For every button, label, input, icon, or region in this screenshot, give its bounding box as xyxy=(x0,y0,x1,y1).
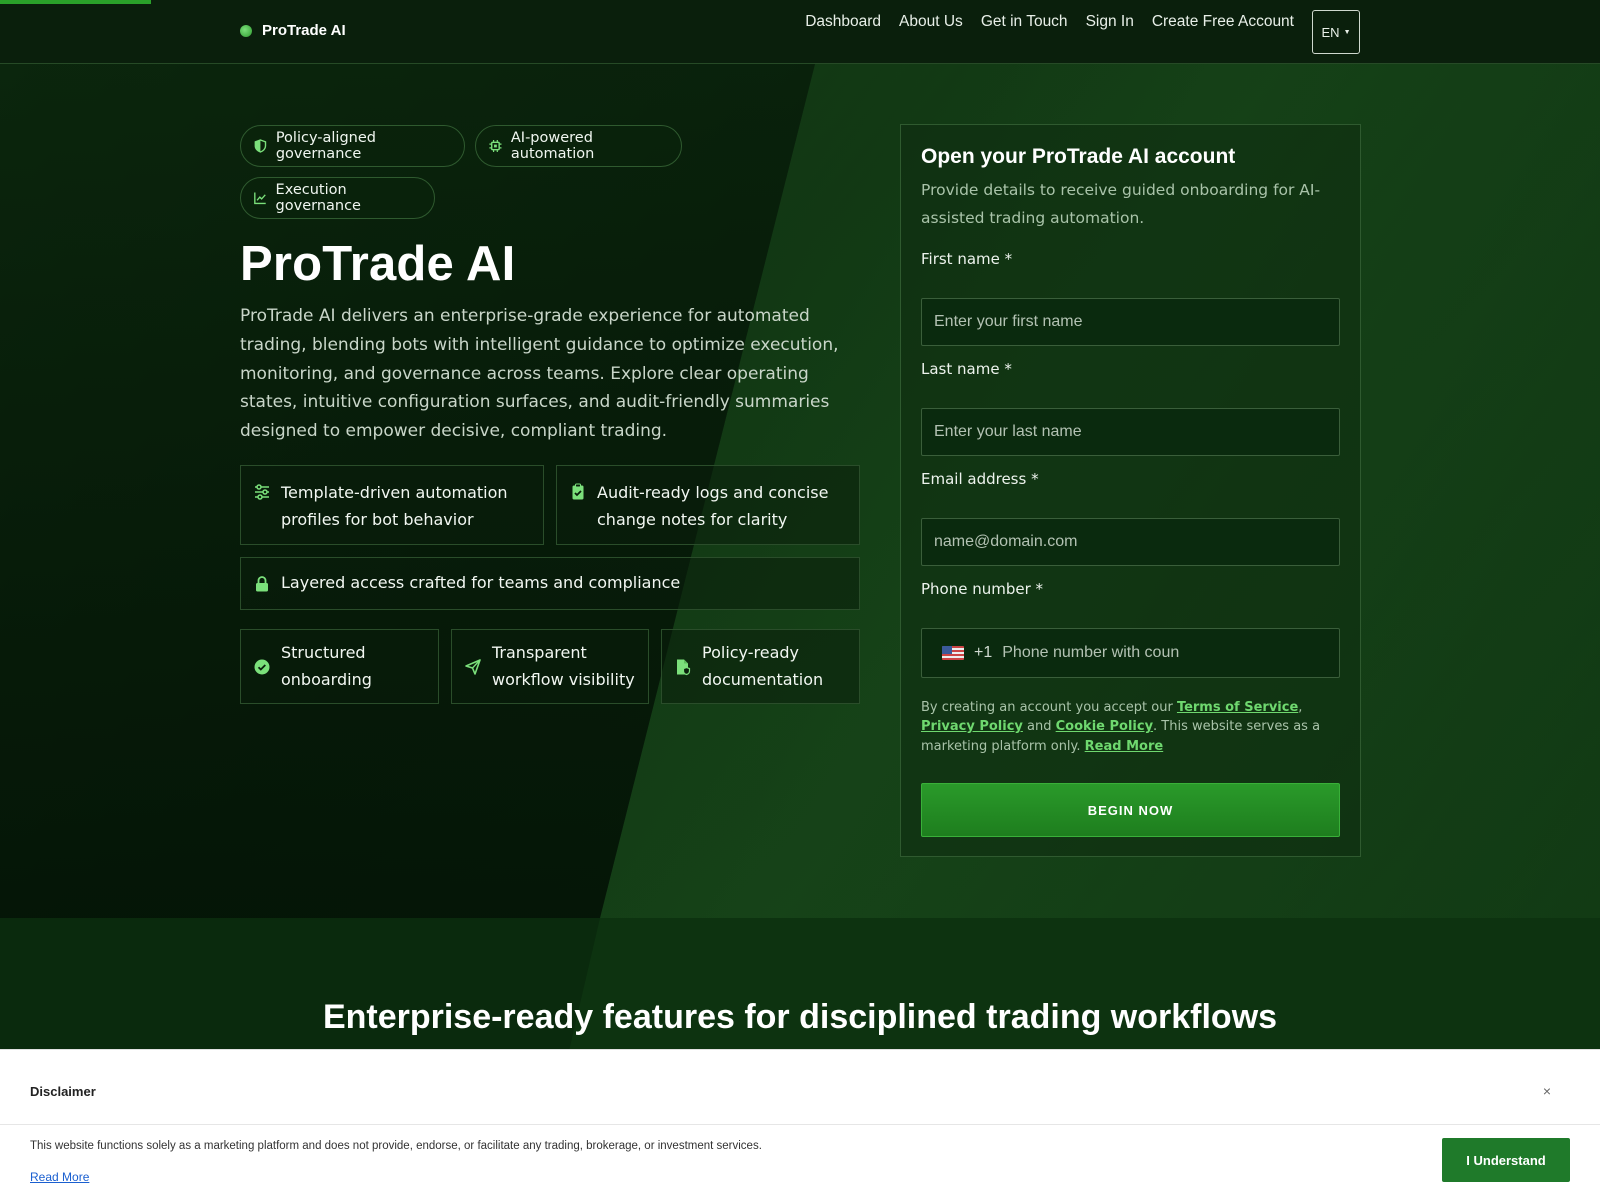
brand-logo-icon xyxy=(240,24,252,37)
document-shield-icon xyxy=(677,659,691,675)
close-icon[interactable]: × xyxy=(1536,1080,1558,1102)
language-label: EN xyxy=(1321,24,1340,40)
feature-card-templates: Template-driven automation profiles for … xyxy=(240,465,544,545)
legal-text: , xyxy=(1298,700,1303,715)
chart-line-icon xyxy=(254,192,266,205)
badge-label: Policy-aligned governance xyxy=(275,130,376,162)
language-selector[interactable]: EN ▼ xyxy=(1312,10,1360,54)
phone-input[interactable] xyxy=(1002,644,1339,662)
feature-card-access: Layered access crafted for teams and com… xyxy=(240,557,860,610)
disclaimer-title: Disclaimer xyxy=(30,1084,96,1099)
highlight-card-documentation: Policy-ready documentation xyxy=(661,629,860,704)
main-content: Policy-aligned governance AI-powered aut… xyxy=(0,0,1600,1200)
nav-sign-in[interactable]: Sign In xyxy=(1086,10,1134,31)
begin-now-button[interactable]: BEGIN NOW xyxy=(921,783,1340,837)
highlight-card-text: Transparent workflow visibility xyxy=(492,642,635,689)
top-progress-bar xyxy=(0,0,151,4)
privacy-link[interactable]: Privacy Policy xyxy=(921,719,1023,734)
chip-icon xyxy=(489,139,502,153)
phone-field: +1 xyxy=(921,628,1340,678)
site-header: ProTrade AI Dashboard About Us Get in To… xyxy=(0,0,1600,64)
terms-link[interactable]: Terms of Service xyxy=(1177,700,1298,715)
i-understand-button[interactable]: I Understand xyxy=(1442,1138,1570,1182)
phone-label: Phone number * xyxy=(921,580,1044,598)
shield-icon xyxy=(254,139,267,153)
badge-policy-aligned: Policy-aligned governance xyxy=(240,125,465,167)
feature-card-text: Audit-ready logs and concise change note… xyxy=(597,483,829,529)
first-name-input[interactable] xyxy=(921,298,1340,346)
nav-get-in-touch[interactable]: Get in Touch xyxy=(981,10,1068,31)
disclaimer-text: This website functions solely as a marke… xyxy=(30,1140,762,1152)
form-title: Open your ProTrade AI account xyxy=(921,145,1236,168)
highlight-card-onboarding: Structured onboarding xyxy=(240,629,439,704)
legal-notice: By creating an account you accept our Te… xyxy=(921,698,1341,756)
nav-about-us[interactable]: About Us xyxy=(899,10,963,31)
us-flag-icon[interactable] xyxy=(942,646,964,660)
feature-card-text: Layered access crafted for teams and com… xyxy=(281,573,681,593)
badge-ai-powered: AI-powered automation xyxy=(475,125,682,167)
legal-text: and xyxy=(1022,719,1056,735)
feature-card-text: Template-driven automation profiles for … xyxy=(281,483,508,529)
sliders-icon xyxy=(255,484,269,500)
last-name-input[interactable] xyxy=(921,408,1340,456)
disclaimer-read-more-link[interactable]: Read More xyxy=(30,1170,89,1184)
caret-down-icon: ▼ xyxy=(1343,28,1351,36)
hero-description: ProTrade AI delivers an enterprise-grade… xyxy=(240,306,839,442)
cookie-link[interactable]: Cookie Policy xyxy=(1056,719,1153,734)
form-subtitle: Provide details to receive guided onboar… xyxy=(921,181,1321,227)
brand-name: ProTrade AI xyxy=(262,22,346,39)
section-title: Enterprise-ready features for discipline… xyxy=(322,998,1278,1036)
badge-execution-governance: Execution governance xyxy=(240,177,435,219)
nav-dashboard[interactable]: Dashboard xyxy=(805,10,881,31)
badge-label: Execution governance xyxy=(275,182,361,214)
email-input[interactable] xyxy=(921,518,1340,566)
feature-card-audit: Audit-ready logs and concise change note… xyxy=(556,465,860,545)
clipboard-check-icon xyxy=(572,483,584,500)
main-nav: Dashboard About Us Get in Touch Sign In … xyxy=(805,10,1360,54)
disclaimer-header: Disclaimer × xyxy=(0,1050,1600,1125)
first-name-label: First name * xyxy=(921,250,1013,268)
highlight-card-text: Structured onboarding xyxy=(281,642,372,689)
brand[interactable]: ProTrade AI xyxy=(240,22,346,39)
lock-icon xyxy=(256,575,268,591)
read-more-link[interactable]: Read More xyxy=(1085,739,1164,754)
highlight-card-text: Policy-ready documentation xyxy=(702,642,824,689)
signup-form: Open your ProTrade AI account Provide de… xyxy=(900,124,1361,857)
last-name-label: Last name * xyxy=(921,360,1012,378)
badge-label: AI-powered automation xyxy=(510,130,595,162)
legal-text: By creating an account you accept our xyxy=(921,700,1177,715)
disclaimer-banner: Disclaimer × This website functions sole… xyxy=(0,1049,1600,1200)
send-icon xyxy=(465,658,481,675)
email-label: Email address * xyxy=(921,470,1039,488)
dial-code[interactable]: +1 xyxy=(974,644,992,662)
nav-create-free-account[interactable]: Create Free Account xyxy=(1152,10,1294,31)
hero-title: ProTrade AI xyxy=(240,237,516,291)
highlight-card-workflow: Transparent workflow visibility xyxy=(451,629,649,704)
check-circle-icon xyxy=(254,659,270,674)
